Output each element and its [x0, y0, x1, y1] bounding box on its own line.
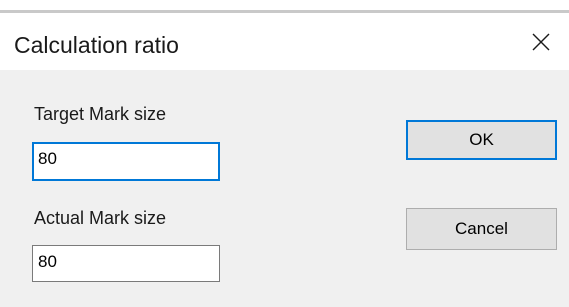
- target-mark-size-label: Target Mark size: [34, 104, 167, 124]
- actual-mark-size-input[interactable]: 80: [32, 245, 220, 282]
- cancel-button-label: Cancel: [455, 219, 508, 238]
- dialog-body: Target Mark size 80 Actual Mark size 80 …: [0, 70, 569, 307]
- close-icon: [532, 33, 550, 50]
- cancel-button[interactable]: Cancel: [406, 208, 557, 250]
- calculation-ratio-dialog: Calculation ratio Target Mark size 80 Ac…: [0, 0, 569, 307]
- title-bar[interactable]: Calculation ratio: [0, 13, 569, 70]
- dialog-title: Calculation ratio: [14, 32, 179, 58]
- ok-button-label: OK: [469, 130, 494, 149]
- actual-mark-size-label: Actual Mark size: [34, 208, 167, 228]
- ok-button[interactable]: OK: [406, 120, 557, 160]
- close-button[interactable]: [513, 13, 569, 70]
- target-mark-size-input[interactable]: 80: [32, 142, 220, 181]
